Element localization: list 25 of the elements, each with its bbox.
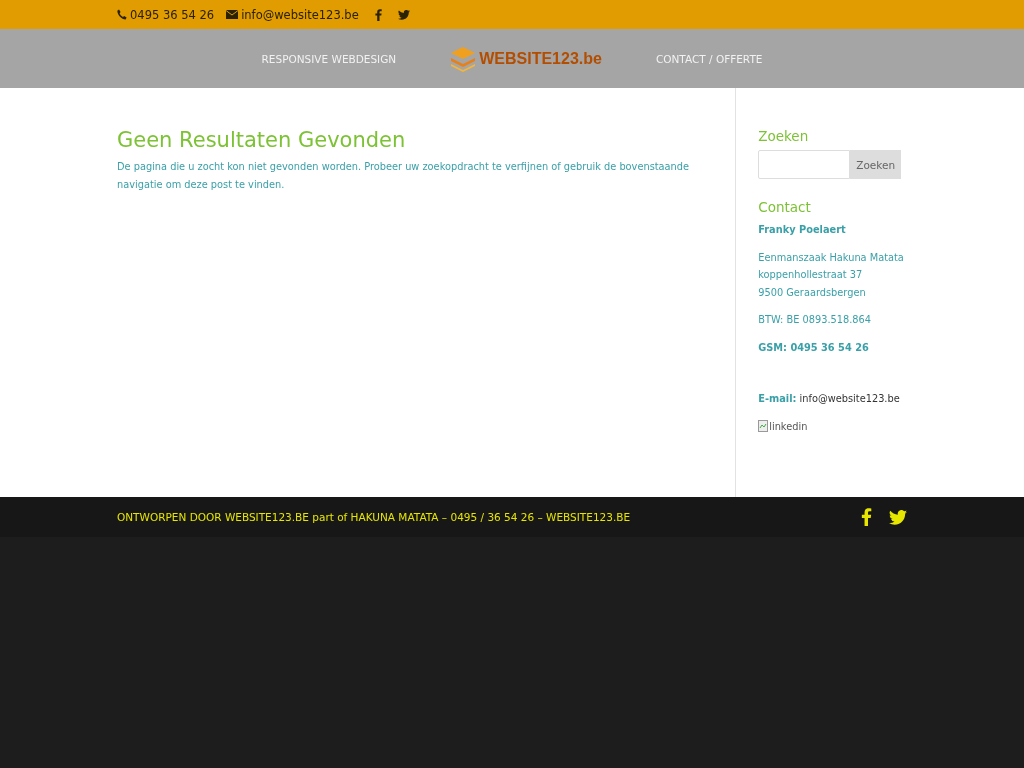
twitter-icon[interactable]	[889, 509, 907, 525]
contact-address: Eenmanszaak Hakuna Matata koppenhollestraat 37 9500 Geraardsbergen	[758, 250, 905, 300]
phone-icon	[117, 9, 127, 20]
widget-title: Contact	[758, 199, 812, 215]
logo-icon	[450, 45, 477, 72]
gsm-number: GSM: 0495 36 54 26	[758, 340, 870, 355]
logo-text: WEBSITE123.be	[479, 49, 602, 68]
email-label: E-mail:	[758, 393, 797, 404]
email-link[interactable]: info@website123.be	[226, 7, 359, 22]
contact-name: Franky Poelaert	[758, 223, 847, 237]
facebook-icon[interactable]	[861, 508, 872, 526]
envelope-icon	[226, 10, 239, 19]
broken-image-icon	[758, 420, 769, 433]
twitter-icon[interactable]	[397, 9, 410, 20]
widget-title: Zoeken	[758, 128, 810, 144]
vat-number: BTW: BE 0893.518.864	[758, 313, 873, 327]
phone-link[interactable]: 0495 36 54 26	[117, 7, 215, 22]
facebook-icon[interactable]	[374, 8, 382, 21]
email-link[interactable]: info@website123.be	[799, 393, 900, 404]
no-results-message: De pagina die u zocht kon niet gevonden worden. Probeer uw zoekopdracht te verfijnen of gebruik de bovenstaande navigatie om deze post te vinden.	[117, 160, 691, 192]
page-title: Geen Resultaten Gevonden	[117, 128, 407, 152]
search-button[interactable]: Zoeken	[850, 150, 902, 179]
footer-credit: ONTWORPEN DOOR WEBSITE123.BE part of HAKUNA MATATA – 0495 / 36 54 26 – WEBSITE123.BE	[117, 511, 631, 523]
image-alt-text: linkedin	[769, 419, 808, 434]
search-field[interactable]	[758, 150, 851, 179]
